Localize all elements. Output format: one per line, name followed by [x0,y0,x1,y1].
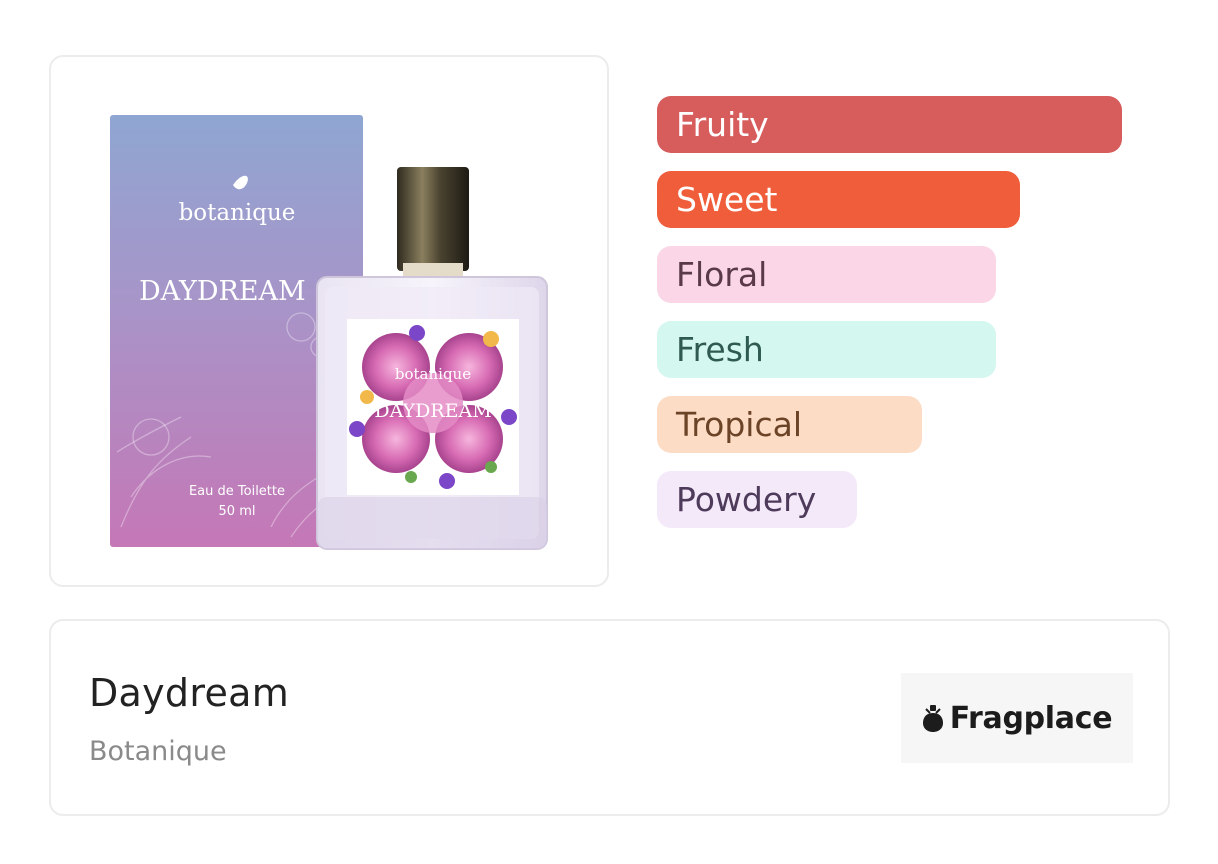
box-size-text: 50 ml [219,504,256,519]
accord-bar-fresh: Fresh [657,321,996,378]
accord-bar-tropical: Tropical [657,396,922,453]
bottle-cap [397,167,469,271]
accord-bar-sweet: Sweet [657,171,1020,228]
box-type-text: Eau de Toilette [189,484,285,499]
label-title-text: DAYDREAM [374,400,491,422]
logo-text: Fragplace [949,700,1113,736]
product-image-card: botanique DAYDREAM Eau de Toilette 50 ml [49,55,609,587]
accord-bar-floral: Floral [657,246,996,303]
label-brand-text: botanique [395,365,471,383]
product-image: botanique DAYDREAM Eau de Toilette 50 ml [110,115,548,550]
product-brand: Botanique [89,736,227,767]
box-title-text: DAYDREAM [139,276,306,307]
product-name: Daydream [89,671,290,715]
box-brand-text: botanique [179,200,296,226]
accord-bar-fruity: Fruity [657,96,1122,153]
accord-bar-powdery: Powdery [657,471,857,528]
fragplace-logo[interactable]: Fragplace [901,673,1133,763]
product-info-card: Daydream Botanique Fragplace [49,619,1170,816]
perfume-bottle-icon [922,705,943,732]
